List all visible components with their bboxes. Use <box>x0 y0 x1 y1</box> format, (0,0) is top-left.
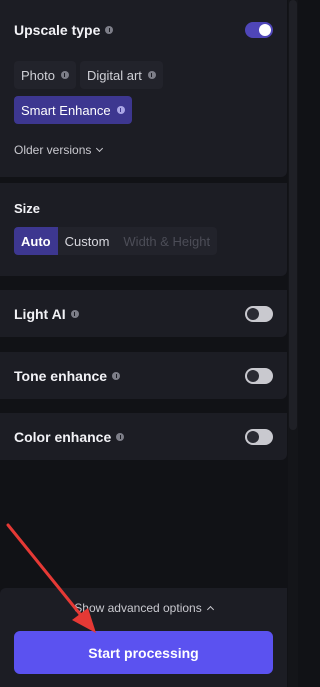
upscale-type-panel: Upscale type Photo Digital art Smart Enh… <box>0 0 287 177</box>
older-versions-label: Older versions <box>14 143 92 157</box>
upscale-type-title: Upscale type <box>14 22 114 38</box>
size-option-custom[interactable]: Custom <box>58 227 117 255</box>
light-ai-toggle[interactable] <box>245 306 273 322</box>
option-photo[interactable]: Photo <box>14 61 76 89</box>
toggle-knob <box>247 370 259 382</box>
info-icon[interactable] <box>147 71 156 79</box>
info-icon[interactable] <box>105 26 114 34</box>
size-option-width-height: Width & Height <box>123 233 211 249</box>
tone-enhance-toggle[interactable] <box>245 368 273 384</box>
color-enhance-label: Color enhance <box>14 429 112 445</box>
tone-enhance-title: Tone enhance <box>14 368 121 384</box>
info-icon[interactable] <box>112 372 121 380</box>
tone-enhance-panel: Tone enhance <box>0 352 287 399</box>
color-enhance-panel: Color enhance <box>0 413 287 460</box>
info-icon[interactable] <box>70 310 79 318</box>
upscale-type-toggle[interactable] <box>245 22 273 38</box>
scrollbar-thumb[interactable] <box>289 0 297 430</box>
start-processing-button[interactable]: Start processing <box>14 631 273 674</box>
info-icon[interactable] <box>116 106 125 114</box>
tone-enhance-label: Tone enhance <box>14 368 108 384</box>
option-smart-enhance-label: Smart Enhance <box>21 102 111 118</box>
color-enhance-toggle[interactable] <box>245 429 273 445</box>
info-icon[interactable] <box>116 433 125 441</box>
option-smart-enhance[interactable]: Smart Enhance <box>14 96 132 124</box>
show-advanced-options-label: Show advanced options <box>74 601 202 615</box>
option-digital-art[interactable]: Digital art <box>79 61 163 89</box>
info-icon[interactable] <box>60 71 69 79</box>
size-option-auto[interactable]: Auto <box>14 227 58 255</box>
light-ai-label: Light AI <box>14 306 66 322</box>
show-advanced-options-button[interactable]: Show advanced options <box>0 601 287 615</box>
toggle-knob <box>247 308 259 320</box>
size-selector: Auto Custom Width & Height <box>14 227 218 255</box>
size-title: Size <box>14 201 41 216</box>
toggle-knob <box>247 431 259 443</box>
scrollbar[interactable] <box>288 0 298 687</box>
chevron-up-icon <box>206 605 214 614</box>
light-ai-panel: Light AI <box>0 290 287 337</box>
upscale-type-label: Upscale type <box>14 22 101 38</box>
option-digital-art-label: Digital art <box>86 67 142 83</box>
chevron-down-icon <box>96 144 104 153</box>
option-photo-label: Photo <box>21 67 55 83</box>
older-versions-dropdown[interactable]: Older versions <box>14 143 104 157</box>
toggle-knob <box>259 24 271 36</box>
size-panel: Size Auto Custom Width & Height <box>0 183 287 276</box>
light-ai-title: Light AI <box>14 306 79 322</box>
color-enhance-title: Color enhance <box>14 429 125 445</box>
